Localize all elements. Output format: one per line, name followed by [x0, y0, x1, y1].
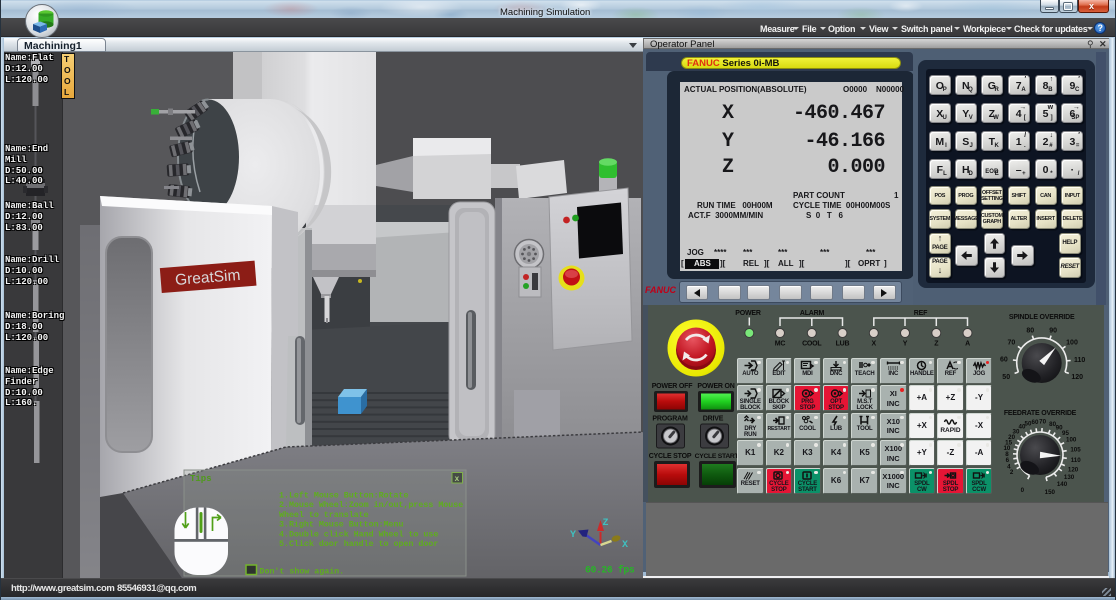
svg-text:4.Double click Hand Wheel to u: 4.Double click Hand Wheel to use: [279, 529, 438, 539]
svg-text:MC: MC: [775, 341, 786, 348]
svg-text:60.26 fps: 60.26 fps: [585, 565, 635, 576]
svg-text:Tips: Tips: [190, 474, 212, 484]
svg-text:100: 100: [1066, 437, 1077, 444]
svg-text:Z: Z: [934, 341, 939, 348]
svg-text:PROGRAM: PROGRAM: [652, 416, 688, 423]
svg-text:SPINDLE OVERRIDE: SPINDLE OVERRIDE: [1009, 314, 1075, 321]
svg-text:FEEDRATE OVERRIDE: FEEDRATE OVERRIDE: [1004, 410, 1077, 417]
svg-text:Z: Z: [603, 518, 609, 529]
svg-text:105: 105: [1070, 447, 1081, 454]
svg-text:POWER ON: POWER ON: [697, 383, 734, 390]
svg-text:8: 8: [1005, 451, 1009, 458]
svg-text:90: 90: [1049, 327, 1057, 334]
svg-text:CYCLE START: CYCLE START: [695, 453, 740, 460]
svg-text:150: 150: [1045, 489, 1056, 496]
svg-text:REF: REF: [914, 310, 928, 317]
svg-text:Y: Y: [570, 530, 576, 541]
svg-text:A: A: [965, 341, 970, 348]
svg-text:60: 60: [1000, 357, 1008, 364]
svg-text:2.Mouse Wheel:Zoom in/out,pres: 2.Mouse Wheel:Zoom in/out,press Mouse: [279, 500, 463, 510]
svg-text:4: 4: [1007, 464, 1011, 471]
svg-text:60: 60: [1032, 419, 1039, 426]
svg-text:50: 50: [1002, 374, 1010, 381]
svg-text:1.Left Mouse Button:Rotate: 1.Left Mouse Button:Rotate: [279, 491, 408, 501]
svg-text:x: x: [455, 475, 460, 484]
svg-text:70: 70: [1039, 419, 1046, 426]
svg-text:X: X: [622, 540, 628, 551]
svg-text:COOL: COOL: [802, 341, 822, 348]
svg-text:POWER: POWER: [735, 310, 761, 317]
svg-text:140: 140: [1057, 481, 1068, 488]
svg-text:5.Click door handle to open do: 5.Click door handle to open door: [279, 539, 438, 549]
svg-text:CYCLE STOP: CYCLE STOP: [649, 453, 692, 460]
svg-text:110: 110: [1071, 457, 1082, 464]
svg-text:POWER OFF: POWER OFF: [652, 383, 694, 390]
svg-text:70: 70: [1008, 339, 1016, 346]
svg-text:110: 110: [1074, 357, 1085, 364]
svg-text:80: 80: [1026, 327, 1034, 334]
svg-text:ALARM: ALARM: [800, 310, 825, 317]
svg-text:Don't show again.: Don't show again.: [260, 567, 345, 577]
svg-text:120: 120: [1071, 374, 1083, 381]
svg-text:100: 100: [1066, 339, 1078, 346]
svg-text:0: 0: [1021, 487, 1025, 494]
svg-text:3.Right Mouse Button:Menu: 3.Right Mouse Button:Menu: [279, 520, 403, 530]
svg-text:Wheel to translate: Wheel to translate: [279, 510, 369, 520]
svg-text:LUB: LUB: [836, 341, 850, 348]
svg-text:Y: Y: [903, 341, 908, 348]
svg-text:6: 6: [1006, 457, 1010, 464]
svg-text:130: 130: [1064, 474, 1075, 481]
svg-text:DRIVE: DRIVE: [703, 416, 724, 423]
svg-text:120: 120: [1068, 467, 1079, 474]
svg-text:X: X: [872, 341, 877, 348]
